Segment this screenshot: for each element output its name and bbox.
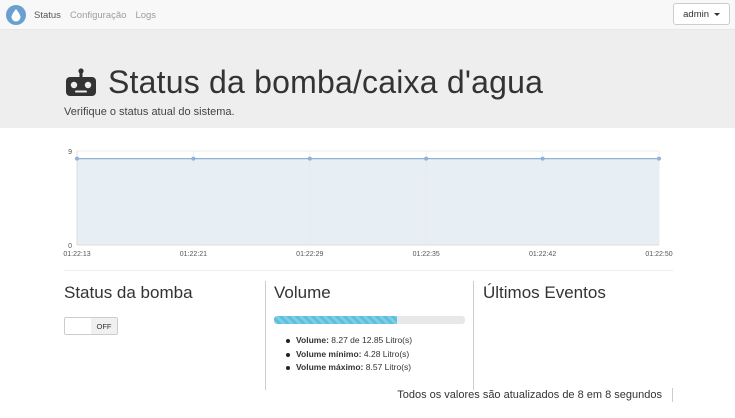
- x-tick-label: 01:22:29: [296, 251, 323, 258]
- page-title: Status da bomba/caixa d'agua: [108, 64, 544, 100]
- list-item: Volume máximo: 8.57 Litro(s): [286, 361, 412, 375]
- divider: [64, 270, 673, 271]
- user-menu-button[interactable]: admin: [673, 3, 730, 25]
- nav-link-logs[interactable]: Logs: [135, 10, 156, 21]
- x-tick-label: 01:22:42: [529, 251, 556, 258]
- volume-title: Volume: [274, 283, 331, 302]
- x-tick-label: 01:22:21: [180, 251, 207, 258]
- pump-toggle-switch[interactable]: OFF: [64, 317, 118, 335]
- x-tick-label: 01:22:13: [63, 251, 90, 258]
- robot-icon: [66, 67, 96, 96]
- nav-links: Status Configuração Logs: [34, 0, 165, 30]
- nav-link-status[interactable]: Status: [34, 10, 61, 21]
- user-menu-label: admin: [683, 8, 709, 20]
- chevron-down-icon: [714, 12, 720, 16]
- x-tick-label: 01:22:35: [413, 251, 440, 258]
- data-point: [424, 156, 429, 161]
- footer-divider: [672, 388, 673, 402]
- toggle-off-label: OFF: [91, 318, 117, 334]
- header-banner: Status da bomba/caixa d'agua Verifique o…: [0, 30, 735, 128]
- data-point: [191, 156, 196, 161]
- navbar: Status Configuração Logs admin: [0, 0, 735, 30]
- column-divider-2: [473, 281, 474, 390]
- area-fill: [77, 158, 659, 245]
- y-tick-label: 9: [68, 149, 72, 156]
- data-point: [657, 156, 661, 161]
- data-point: [540, 156, 545, 161]
- page-subtitle: Verifique o status atual do sistema.: [64, 106, 235, 118]
- toggle-knob: [65, 318, 94, 334]
- volume-stats-list: Volume: 8.27 de 12.85 Litro(s) Volume mí…: [286, 334, 412, 375]
- list-item: Volume: 8.27 de 12.85 Litro(s): [286, 334, 412, 348]
- volume-progress-fill: [274, 316, 397, 324]
- data-point: [75, 156, 79, 161]
- volume-chart: 0 9 01:22:13 01:22:21 01:22:29 01:22:35 01:22:…: [63, 149, 672, 258]
- water-drop-logo-icon[interactable]: [6, 5, 26, 25]
- recent-events-title: Últimos Eventos: [483, 283, 606, 302]
- page-title-row: Status da bomba/caixa d'agua: [64, 64, 543, 101]
- column-divider-1: [265, 281, 266, 390]
- list-item: Volume mínimo: 4.28 Litro(s): [286, 348, 412, 362]
- data-point: [307, 156, 312, 161]
- x-tick-label: 01:22:50: [645, 251, 672, 258]
- update-interval-note: Todos os valores são atualizados de 8 em…: [397, 389, 662, 401]
- y-tick-label: 0: [68, 243, 72, 250]
- pump-status-title: Status da bomba: [64, 283, 193, 302]
- nav-link-configuracao[interactable]: Configuração: [70, 10, 127, 21]
- volume-progress-bar: [274, 316, 465, 324]
